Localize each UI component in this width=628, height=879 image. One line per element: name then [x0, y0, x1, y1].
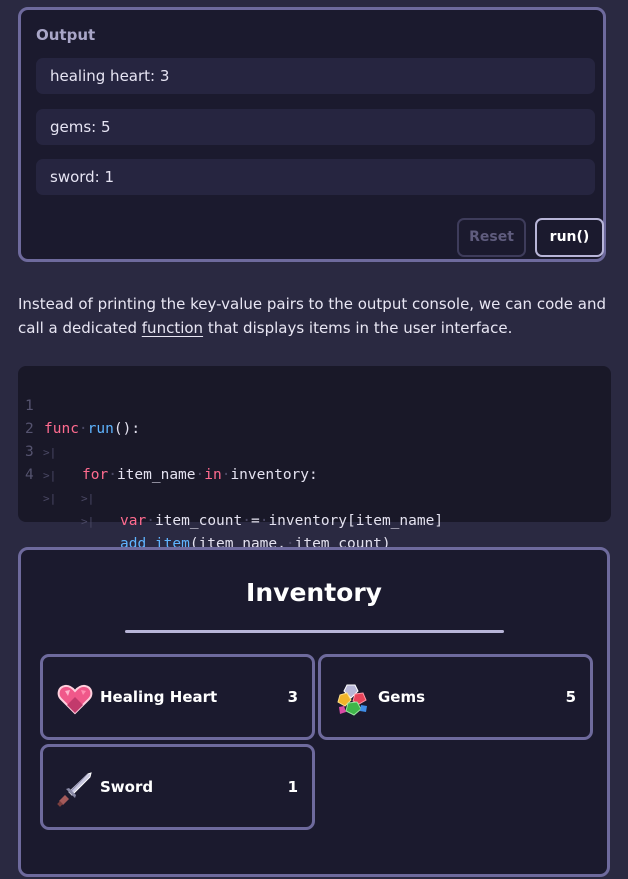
item-name: Gems: [378, 688, 426, 706]
code-function: run: [87, 421, 114, 437]
run-button[interactable]: run(): [535, 218, 604, 257]
code-text: item_count: [154, 513, 243, 529]
heart-icon: [57, 684, 93, 715]
code-text: ():: [113, 421, 141, 437]
output-line: gems: 5: [36, 109, 595, 145]
code-keyword: in: [204, 467, 222, 483]
tab-indicator-icon: >|: [43, 492, 57, 505]
tab-indicator-icon: >|: [81, 492, 95, 505]
code-keyword: for: [82, 467, 109, 483]
inventory-item-sword[interactable]: Sword 1: [40, 744, 315, 830]
code-operator: =: [250, 513, 260, 529]
output-line: sword: 1: [36, 159, 595, 195]
inventory-item-healing-heart[interactable]: Healing Heart 3: [40, 654, 315, 740]
inventory-title: Inventory: [246, 578, 382, 607]
item-name: Healing Heart: [100, 688, 218, 706]
line-number: 4: [25, 467, 34, 483]
item-count: 3: [287, 688, 298, 706]
code-block[interactable]: 1 func·run(): 2 >| for·item_name·in·inve…: [18, 366, 611, 552]
reset-button[interactable]: Reset: [457, 218, 526, 257]
page: Output healing heart: 3 gems: 5 sword: 1…: [0, 0, 628, 879]
code-line: 1 func·run():: [18, 372, 140, 437]
inventory-item-gems[interactable]: Gems 5: [318, 654, 593, 740]
inventory-panel: Inventory Healing Heart 3 Gems 5 Sword 1: [18, 547, 610, 877]
title-divider: [125, 630, 504, 633]
function-link[interactable]: function: [142, 319, 203, 337]
code-line: 3 >| >| var·item_count·=·inventory[item_…: [18, 418, 443, 529]
output-line: healing heart: 3: [36, 58, 595, 94]
output-title: Output: [36, 26, 96, 44]
code-text: item_name: [116, 467, 196, 483]
sword-icon: [57, 772, 92, 807]
code-line: 2 >| for·item_name·in·inventory:: [18, 395, 318, 483]
code-text: inventory[item_name]: [268, 513, 444, 529]
description-paragraph: Instead of printing the key-value pairs …: [18, 293, 613, 340]
item-name: Sword: [100, 778, 154, 796]
code-text: inventory:: [230, 467, 318, 483]
item-count: 5: [565, 688, 576, 706]
paragraph-text: that displays items in the user interfac…: [203, 318, 513, 337]
gems-icon: [337, 684, 367, 716]
code-line: 4 >| >| add_item(item_name,·item_count): [18, 441, 391, 552]
output-panel: Output healing heart: 3 gems: 5 sword: 1…: [18, 7, 606, 262]
code-keyword: var: [120, 513, 147, 529]
tab-indicator-icon: >|: [81, 515, 95, 528]
item-count: 1: [287, 778, 298, 796]
